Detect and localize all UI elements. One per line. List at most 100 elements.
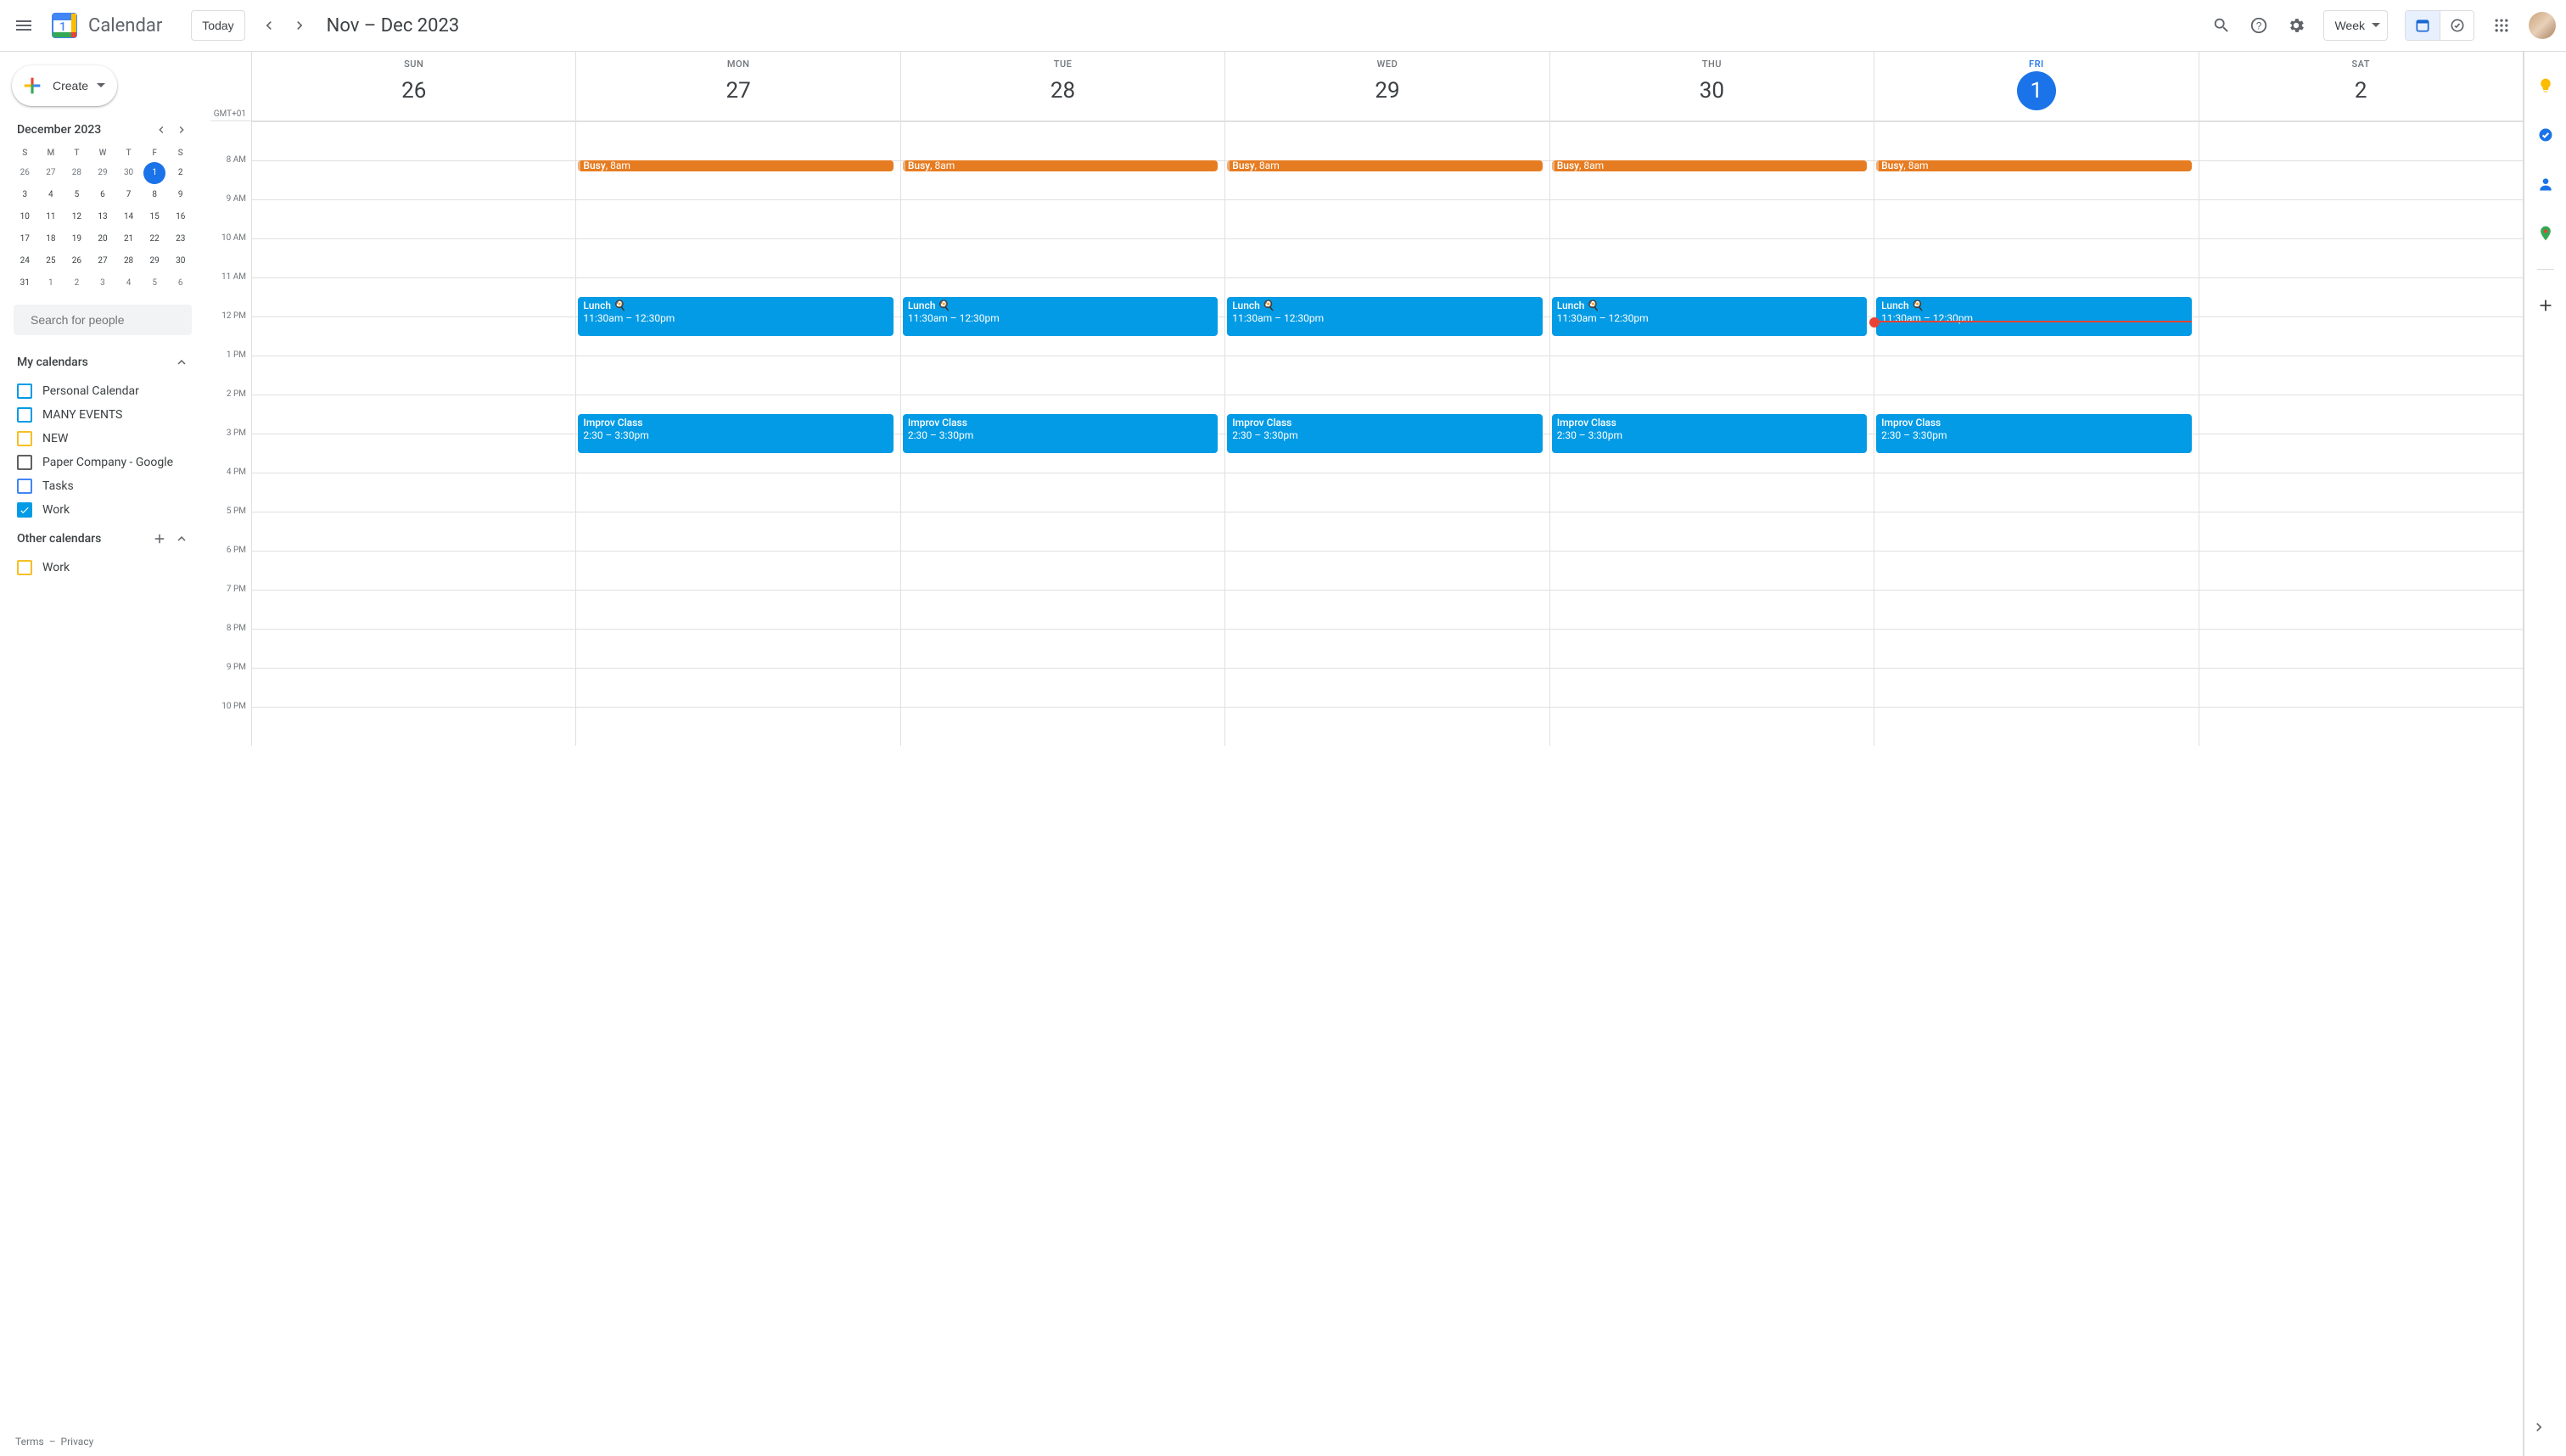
hour-cell[interactable] (2199, 707, 2523, 746)
mini-day[interactable]: 30 (170, 250, 192, 272)
hour-cell[interactable] (901, 512, 1224, 551)
hour-cell[interactable] (1874, 473, 2198, 512)
google-apps-button[interactable] (2485, 8, 2518, 42)
hour-cell[interactable] (2199, 551, 2523, 590)
hour-cell[interactable] (252, 199, 575, 238)
mini-day[interactable]: 14 (118, 206, 140, 228)
search-button[interactable] (2205, 8, 2238, 42)
day-number[interactable]: 1 (2017, 71, 2056, 110)
view-selector[interactable]: Week (2323, 10, 2388, 41)
hour-cell[interactable] (252, 590, 575, 629)
main-menu-button[interactable] (7, 8, 41, 42)
hour-cell[interactable] (1225, 707, 1549, 746)
hour-cell[interactable] (1550, 512, 1874, 551)
next-week-button[interactable] (286, 12, 313, 39)
mini-day[interactable]: 15 (143, 206, 165, 228)
hour-cell[interactable] (2199, 434, 2523, 473)
hour-cell[interactable] (576, 199, 899, 238)
mini-day[interactable]: 19 (65, 228, 87, 250)
event[interactable]: Improv Class2:30 – 3:30pm (1552, 414, 1867, 453)
event[interactable]: Lunch 🍳11:30am – 12:30pm (1876, 297, 2191, 336)
day-number[interactable]: 27 (719, 71, 758, 110)
mini-prev-button[interactable] (151, 120, 171, 140)
mini-day[interactable]: 2 (65, 272, 87, 294)
hour-cell[interactable] (576, 473, 899, 512)
mini-day[interactable]: 27 (40, 162, 62, 184)
mini-day[interactable]: 29 (92, 162, 114, 184)
day-header[interactable]: THU30 (1549, 52, 1874, 120)
calendar-checkbox[interactable] (17, 407, 32, 423)
mini-day[interactable]: 28 (118, 250, 140, 272)
event[interactable]: Busy, 8am (1876, 160, 2191, 171)
calendar-checkbox[interactable] (17, 384, 32, 399)
hour-cell[interactable] (2199, 590, 2523, 629)
mini-day[interactable]: 24 (14, 250, 36, 272)
mini-day[interactable]: 28 (65, 162, 87, 184)
tasks-view-toggle[interactable] (2440, 11, 2474, 40)
hour-cell[interactable] (1225, 473, 1549, 512)
hour-cell[interactable] (1550, 238, 1874, 277)
hour-cell[interactable] (901, 707, 1224, 746)
mini-day[interactable]: 4 (40, 184, 62, 206)
mini-day[interactable]: 17 (14, 228, 36, 250)
hour-cell[interactable] (1874, 629, 2198, 668)
hour-cell[interactable] (2199, 629, 2523, 668)
settings-button[interactable] (2279, 8, 2313, 42)
event[interactable]: Lunch 🍳11:30am – 12:30pm (903, 297, 1218, 336)
event[interactable]: Lunch 🍳11:30am – 12:30pm (1552, 297, 1867, 336)
day-number[interactable]: 30 (1692, 71, 1731, 110)
calendar-checkbox[interactable] (17, 502, 32, 518)
hour-cell[interactable] (1874, 590, 2198, 629)
hour-cell[interactable] (1225, 238, 1549, 277)
hour-cell[interactable] (901, 238, 1224, 277)
mini-day[interactable]: 2 (170, 162, 192, 184)
calendar-checkbox[interactable] (17, 431, 32, 446)
today-button[interactable]: Today (191, 10, 244, 41)
hour-cell[interactable] (252, 277, 575, 316)
support-button[interactable]: ? (2242, 8, 2276, 42)
hour-cell[interactable] (1550, 199, 1874, 238)
hour-cell[interactable] (576, 707, 899, 746)
mini-day[interactable]: 6 (92, 184, 114, 206)
event[interactable]: Lunch 🍳11:30am – 12:30pm (578, 297, 893, 336)
hour-cell[interactable] (252, 668, 575, 707)
hour-cell[interactable] (1225, 199, 1549, 238)
mini-day[interactable]: 4 (118, 272, 140, 294)
day-header[interactable]: SUN26 (251, 52, 575, 120)
hour-cell[interactable] (901, 590, 1224, 629)
mini-day[interactable]: 20 (92, 228, 114, 250)
privacy-link[interactable]: Privacy (61, 1436, 94, 1448)
search-people[interactable] (14, 305, 192, 335)
search-people-input[interactable] (31, 313, 184, 327)
day-column[interactable]: Busy, 8amLunch 🍳11:30am – 12:30pmImprov … (900, 121, 1224, 746)
calendar-item[interactable]: MANY EVENTS (8, 403, 197, 427)
day-header[interactable]: FRI1 (1874, 52, 2198, 120)
hour-cell[interactable] (576, 356, 899, 395)
hour-cell[interactable] (1225, 356, 1549, 395)
hour-cell[interactable] (901, 199, 1224, 238)
hour-cell[interactable] (252, 356, 575, 395)
maps-addon-button[interactable] (2529, 216, 2563, 250)
hour-cell[interactable] (1225, 551, 1549, 590)
mini-day[interactable]: 3 (92, 272, 114, 294)
collapse-my-calendars-button[interactable] (171, 352, 192, 372)
calendar-item[interactable]: Work (8, 556, 197, 580)
day-header[interactable]: TUE28 (900, 52, 1224, 120)
hour-cell[interactable] (576, 551, 899, 590)
hour-cell[interactable] (1225, 668, 1549, 707)
mini-day[interactable]: 25 (40, 250, 62, 272)
mini-day[interactable]: 6 (170, 272, 192, 294)
mini-day[interactable]: 16 (170, 206, 192, 228)
hour-cell[interactable] (1550, 551, 1874, 590)
hour-cell[interactable] (252, 434, 575, 473)
mini-day[interactable]: 23 (170, 228, 192, 250)
calendar-checkbox[interactable] (17, 455, 32, 470)
day-column[interactable] (2199, 121, 2523, 746)
hour-cell[interactable] (2199, 316, 2523, 356)
calendar-item[interactable]: Paper Company - Google (8, 451, 197, 474)
hour-cell[interactable] (1874, 512, 2198, 551)
calendar-item[interactable]: Work (8, 498, 197, 522)
hour-cell[interactable] (252, 316, 575, 356)
event[interactable]: Lunch 🍳11:30am – 12:30pm (1227, 297, 1542, 336)
hour-cell[interactable] (252, 512, 575, 551)
